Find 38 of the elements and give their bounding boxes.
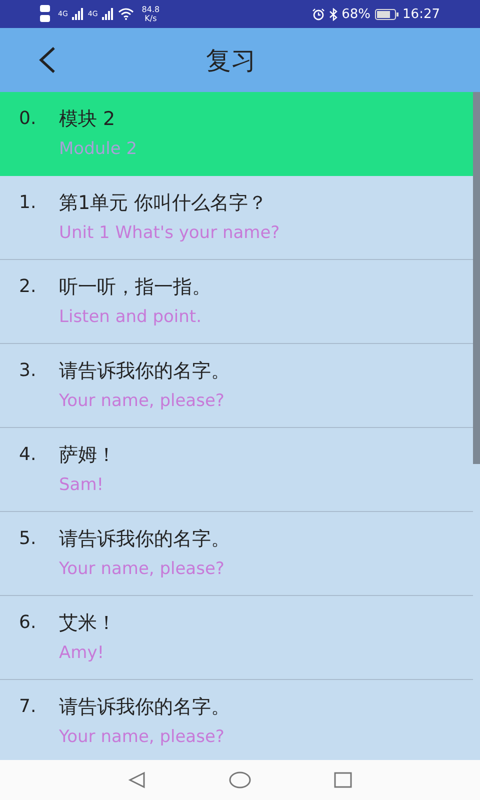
item-number: 7. [19,696,38,717]
item-number: 2. [19,276,38,297]
battery-icon [374,8,399,20]
english-text: Unit 1 What's your name? [59,223,280,243]
battery-percent: 68% [342,6,371,22]
chinese-text: 请告诉我你的名字。 [59,359,230,384]
item-number: 0. [19,108,38,129]
item-number: 3. [19,360,38,381]
network-speed: 84.8 [142,5,160,14]
signal-icon [72,8,84,20]
lesson-item[interactable]: 0. 模块 2 Module 2 [0,92,473,176]
english-text: Your name, please? [59,391,226,411]
chinese-text: 第1单元 你叫什么名字？ [59,191,268,216]
english-text: Listen and point. [59,307,202,327]
signal-icon [102,8,114,20]
item-number: 5. [19,528,38,549]
wifi-icon [118,8,134,20]
chinese-text: 请告诉我你的名字。 [59,695,230,720]
item-number: 1. [19,192,38,213]
item-number: 6. [19,612,38,633]
english-text: Module 2 [59,139,138,159]
bluetooth-icon [328,8,338,20]
english-text: Sam! [59,475,105,495]
chinese-text: 模块 2 [59,107,116,132]
chinese-text: 请告诉我你的名字。 [59,527,230,552]
clock: 16:27 [402,6,440,22]
english-text: Your name, please? [59,559,226,579]
english-text: Your name, please? [59,727,226,747]
alarm-icon [312,8,325,20]
speed-unit: K/s [144,14,157,23]
chinese-text: 艾米！ [59,611,116,636]
chinese-text: 萨姆！ [59,443,116,468]
chinese-text: 听一听，指一指。 [59,275,211,300]
home-icon[interactable] [228,769,252,791]
item-number: 4. [19,444,38,465]
page-title: 复习 [206,44,256,76]
english-text: Amy! [59,643,106,663]
back-icon[interactable] [126,769,148,791]
